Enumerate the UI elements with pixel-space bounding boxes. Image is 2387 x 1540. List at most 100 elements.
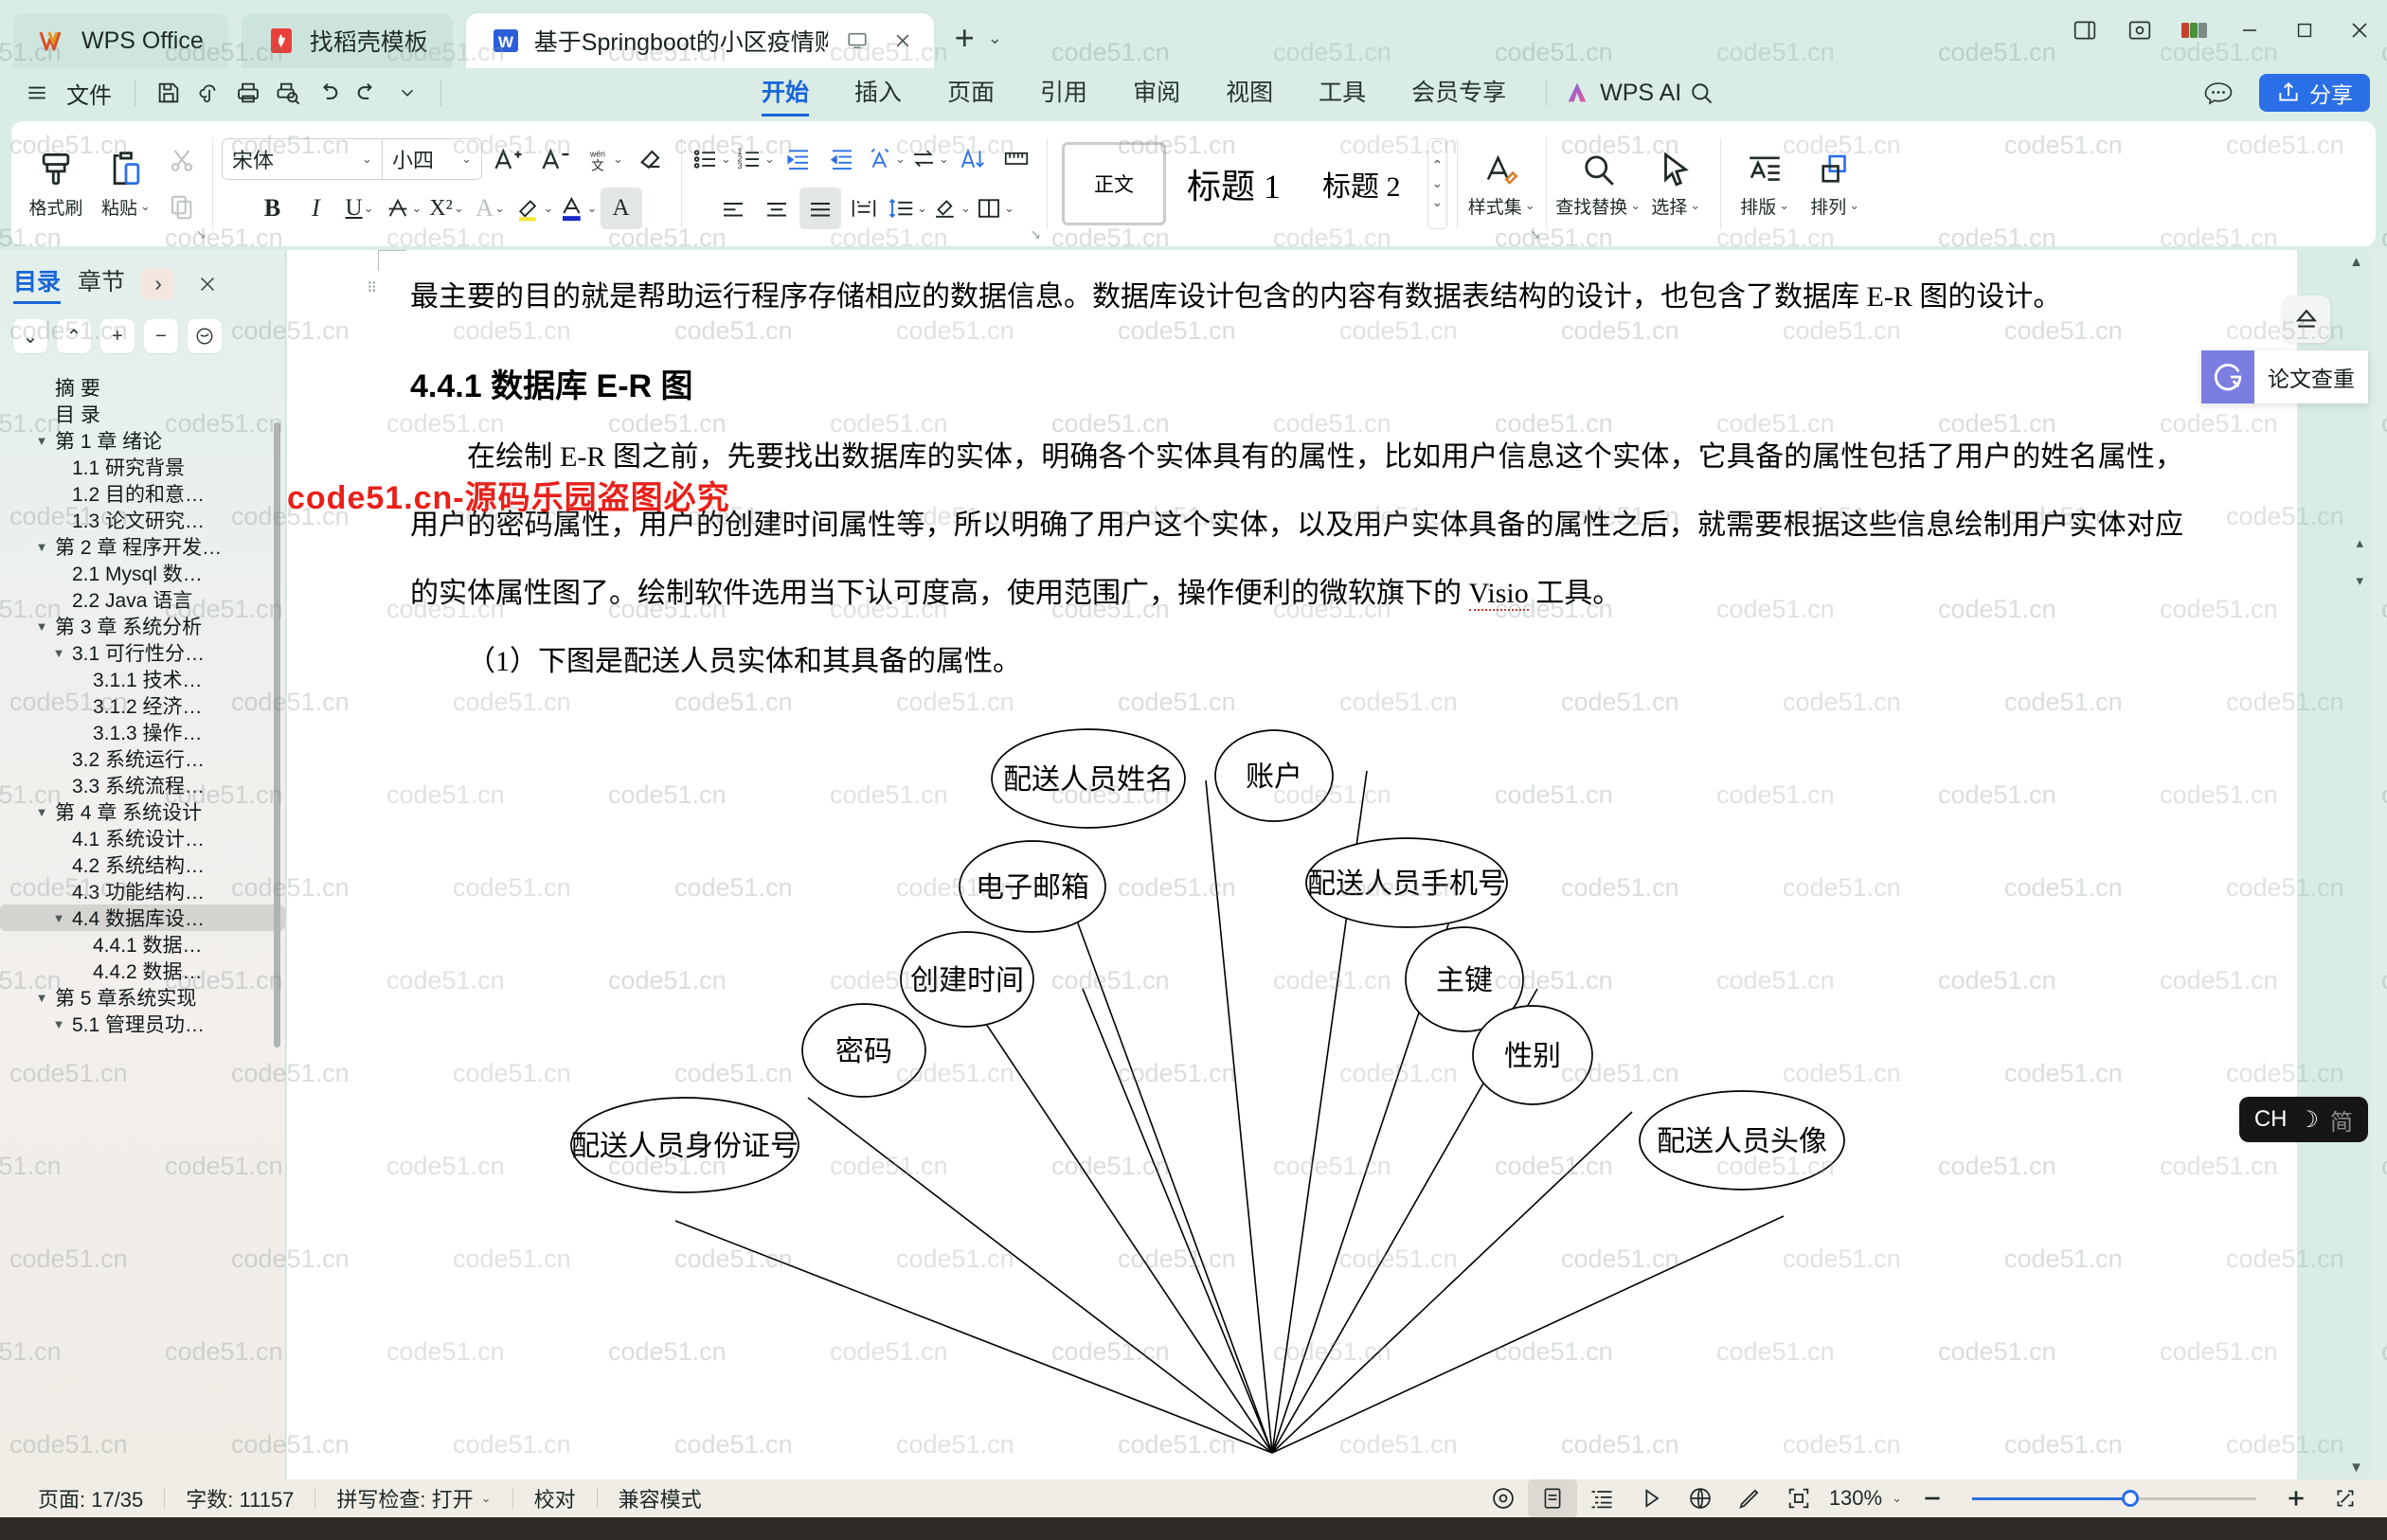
toc-list[interactable]: 摘 要目 录 ▼ 第 1 章 绪论 1.1 研究背景 1.2 目的和意… 1.3 论文研究… <box>0 368 285 1037</box>
toc-item[interactable]: 目 录 <box>0 401 285 427</box>
justify-icon[interactable] <box>799 188 841 229</box>
ribbon-tab-home[interactable]: 开始 <box>739 71 832 116</box>
paragraph-drag-handle[interactable]: ⠿ <box>367 281 382 295</box>
italic-button[interactable]: I <box>296 188 337 229</box>
ribbon-tab-references[interactable]: 引用 <box>1017 71 1110 115</box>
increase-font-size-icon[interactable] <box>488 138 529 180</box>
web-view-icon[interactable] <box>1676 1479 1725 1517</box>
toc-item[interactable]: ▼ 第 5 章系统实现 <box>0 984 285 1011</box>
style-normal[interactable]: 正文 <box>1062 142 1166 225</box>
tab-close-icon[interactable] <box>887 25 919 57</box>
toc-item[interactable]: 2.1 Mysql 数… <box>0 560 285 586</box>
ime-indicator[interactable]: CH ☽ 简 <box>2238 1097 2368 1142</box>
toc-item[interactable]: 4.1 系统设计… <box>0 825 285 851</box>
toc-item[interactable]: ▼ 第 4 章 系统设计 <box>0 798 285 825</box>
collapse-all-icon[interactable]: − <box>144 319 178 353</box>
toc-item[interactable]: 4.2 系统结构… <box>0 851 285 878</box>
toc-item[interactable]: ▼ 4.4 数据库设… <box>0 904 285 931</box>
hamburger-icon[interactable] <box>17 75 57 111</box>
search-icon[interactable] <box>1681 75 1721 111</box>
scroll-up-icon[interactable]: ▲ <box>2349 254 2363 270</box>
line-spacing-icon[interactable]: ⌄ <box>887 188 928 229</box>
caret-down-icon[interactable]: ▼ <box>34 805 49 819</box>
numbered-list-icon[interactable]: 1 2 3 ⌄ <box>734 138 776 180</box>
caret-down-icon[interactable]: ▼ <box>51 1017 66 1031</box>
close-icon[interactable] <box>191 268 224 300</box>
chevron-down-icon[interactable]: ⌄ <box>988 28 1002 48</box>
toc-item[interactable]: 3.1.2 经济… <box>0 692 285 719</box>
word-count[interactable]: 字数: 11157 <box>165 1483 314 1513</box>
file-menu-button[interactable]: 文件 <box>57 77 121 110</box>
underline-button[interactable]: U ⌄ <box>339 188 381 229</box>
character-shading-icon[interactable]: A <box>600 188 642 229</box>
paper-check-widget[interactable]: 论文查重 <box>2201 350 2368 403</box>
plus-icon[interactable]: + <box>955 21 975 55</box>
align-left-icon[interactable] <box>712 188 754 229</box>
select-button[interactable]: 选择 ⌄ <box>1641 132 1711 236</box>
toc-item[interactable]: 4.4.1 数据… <box>0 931 285 958</box>
highlight-color-icon[interactable]: ⌄ <box>513 188 555 229</box>
sidebar-tab-chapters[interactable]: 章节 <box>78 263 125 304</box>
app-tab-active-document[interactable]: W 基于Springboot的小区疫情购 <box>465 13 934 68</box>
clear-formatting-icon[interactable] <box>630 138 672 180</box>
pen-icon[interactable] <box>1725 1479 1774 1517</box>
caret-down-icon[interactable]: ▼ <box>34 619 49 634</box>
document-body-paragraph[interactable]: 在绘制 E-R 图之前，先要找出数据库的实体，明确各个实体具有的属性，比如用户信… <box>410 423 2183 628</box>
style-heading-2[interactable]: 标题 2 <box>1301 142 1422 225</box>
document-canvas[interactable]: ⠿ 最主要的目的就是帮助运行程序存储相应的数据信息。数据库设计包含的内容有数据表… <box>287 250 2370 1479</box>
paragraph-dialog-launcher[interactable]: ↘ <box>1030 226 1041 242</box>
zoom-slider[interactable] <box>1972 1479 2256 1517</box>
font-color-icon[interactable]: ⌄ <box>557 188 599 229</box>
caret-down-icon[interactable]: ▼ <box>34 540 49 554</box>
font-size-combobox[interactable]: 小四 ⌄ <box>383 144 481 174</box>
toc-item[interactable]: 4.4.2 数据… <box>0 958 285 984</box>
borders-icon[interactable]: ⌄ <box>974 188 1015 229</box>
read-view-icon[interactable] <box>1479 1479 1528 1517</box>
paste-button[interactable]: 粘贴 ⌄ <box>91 132 161 236</box>
increase-indent-icon[interactable] <box>821 138 863 180</box>
app-tab-wps-office[interactable]: WPS Office <box>13 13 228 68</box>
toc-item[interactable]: 1.3 论文研究… <box>0 507 285 533</box>
wps-ai-button[interactable]: WPS AI <box>1564 80 1681 107</box>
settings-circle-icon[interactable] <box>188 319 222 353</box>
font-name-combobox[interactable]: 宋体 ⌄ <box>223 144 382 174</box>
expand-gallery-icon[interactable]: ⌄ <box>1432 194 1444 209</box>
eject-icon[interactable] <box>2283 295 2330 343</box>
bullet-list-icon[interactable]: ⌄ <box>691 138 732 180</box>
toc-item[interactable]: ▼ 第 3 章 系统分析 <box>0 613 285 639</box>
compatibility-mode[interactable]: 兼容模式 <box>598 1483 723 1513</box>
document-scrollbar[interactable]: ▲ ▴ ▾ ▼ <box>2349 250 2368 1479</box>
find-replace-button[interactable]: 查找替换 ⌄ <box>1555 132 1641 236</box>
plus-icon[interactable] <box>2271 1479 2321 1517</box>
scroll-down-icon[interactable]: ▼ <box>2349 1459 2363 1476</box>
styles-dialog-launcher[interactable]: ↘ <box>1530 226 1541 242</box>
arrange-button[interactable]: 排列 ⌄ <box>1800 132 1870 236</box>
toc-item[interactable]: 2.2 Java 语言 <box>0 586 285 613</box>
scissors-icon[interactable] <box>161 139 203 181</box>
expand-all-icon[interactable]: + <box>100 319 135 353</box>
toc-item[interactable]: 3.3 系统流程… <box>0 772 285 798</box>
customize-caret-icon[interactable] <box>387 75 427 111</box>
format-painter-button[interactable]: 格式刷 <box>21 132 91 236</box>
print-icon[interactable] <box>228 75 268 111</box>
collapse-down-icon[interactable]: ⌄ <box>13 319 47 353</box>
toc-item[interactable]: 3.1.3 操作… <box>0 719 285 745</box>
style-set-button[interactable]: 样式集 ⌄ <box>1466 132 1536 236</box>
caret-down-icon[interactable]: ▼ <box>51 646 66 660</box>
chevron-down-icon[interactable]: ⌄ <box>140 199 151 214</box>
zoom-level[interactable]: 130% ⌄ <box>1823 1486 1908 1511</box>
save-icon[interactable] <box>149 75 188 111</box>
minimize-icon[interactable] <box>2222 0 2277 61</box>
document-page[interactable]: ⠿ 最主要的目的就是帮助运行程序存储相应的数据信息。数据库设计包含的内容有数据表… <box>287 250 2297 1479</box>
toc-item[interactable]: 1.1 研究背景 <box>0 454 285 480</box>
maximize-icon[interactable] <box>2277 0 2332 61</box>
more-ellipsis-icon[interactable] <box>2199 75 2238 111</box>
ribbon-tab-member[interactable]: 会员专享 <box>1389 71 1529 115</box>
bold-button[interactable]: B <box>252 188 294 229</box>
ribbon-tab-view[interactable]: 视图 <box>1203 71 1296 115</box>
sidebar-scrollbar[interactable] <box>274 422 280 1048</box>
superscript-button[interactable]: X² ⌄ <box>426 188 468 229</box>
close-icon[interactable] <box>2332 0 2387 61</box>
outline-view-icon[interactable] <box>1577 1479 1626 1517</box>
undo-icon[interactable] <box>308 75 348 111</box>
